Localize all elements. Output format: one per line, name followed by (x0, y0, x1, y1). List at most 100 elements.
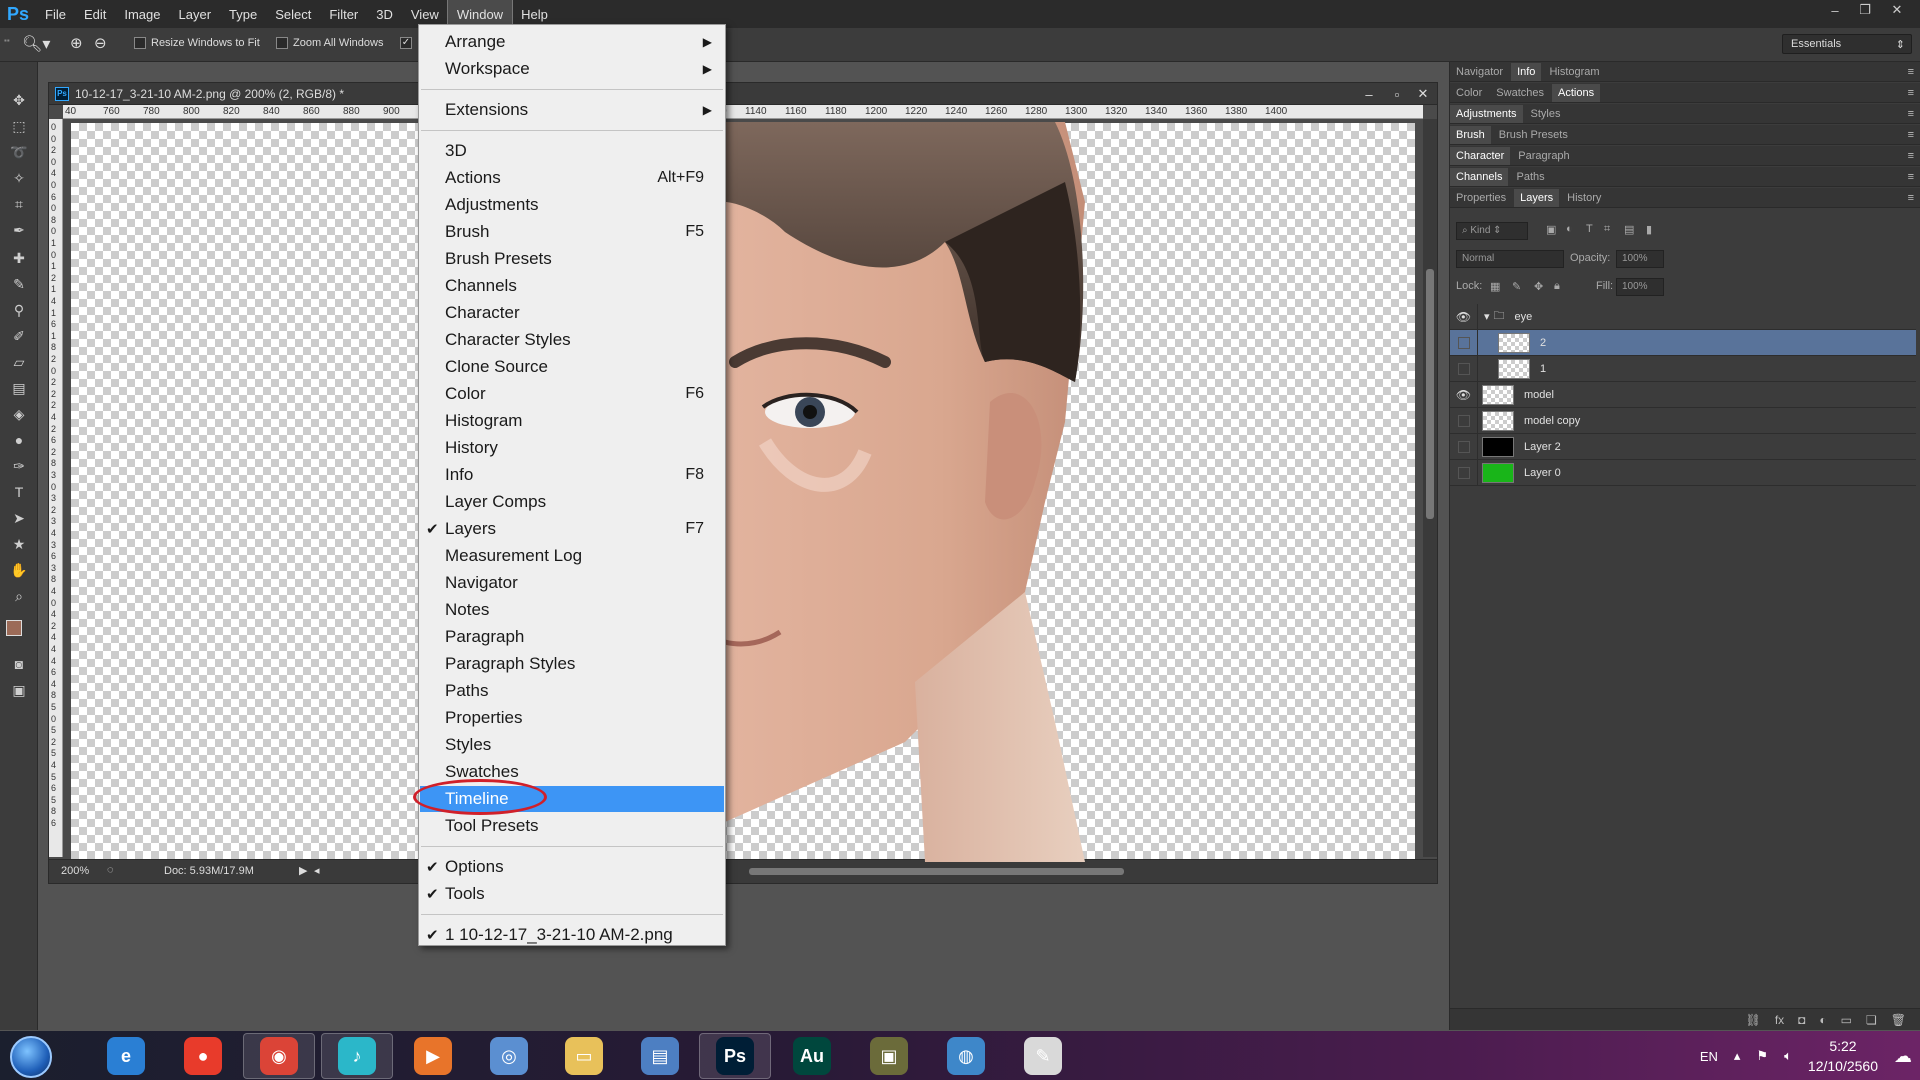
window-menu-item-properties[interactable]: Properties (420, 705, 724, 731)
panel-menu-icon[interactable]: ≡ (1908, 66, 1914, 78)
eye-icon[interactable]: 👁︎ (1450, 381, 1478, 408)
panel-tab-adjustments[interactable]: Adjustments (1450, 104, 1523, 123)
window-menu-item-notes[interactable]: Notes (420, 597, 724, 623)
panel-tab-paths[interactable]: Paths (1516, 171, 1544, 183)
visibility-toggle[interactable] (1450, 433, 1478, 460)
window-menu-item-history[interactable]: History (420, 435, 724, 461)
panel-tab-info[interactable]: Info (1511, 62, 1542, 81)
fill-field[interactable]: 100% (1616, 278, 1664, 296)
panel-tab-brush-presets[interactable]: Brush Presets (1499, 129, 1568, 141)
vertical-scroll-thumb[interactable] (1426, 269, 1434, 519)
menu-file[interactable]: File (36, 0, 75, 28)
close-app-button[interactable]: ✕ (1884, 0, 1910, 20)
blend-mode-select[interactable]: Normal (1456, 250, 1564, 268)
taskbar-app-button[interactable]: e (90, 1033, 162, 1079)
panel-tab-color[interactable]: Color (1456, 87, 1482, 99)
foreground-color-swatch[interactable] (6, 620, 22, 636)
taskbar-app-button[interactable]: Au (776, 1033, 848, 1079)
panel-tab-actions[interactable]: Actions (1552, 83, 1601, 102)
taskbar-app-button[interactable]: ◍ (930, 1033, 1002, 1079)
group-expand-icon[interactable]: ▾ (1484, 310, 1490, 323)
maximize-document-button[interactable]: ▫ (1385, 85, 1409, 103)
layer-row[interactable]: 1 (1450, 355, 1916, 382)
window-menu-item-workspace[interactable]: Workspace ▶ (420, 56, 724, 82)
taskbar-app-button[interactable]: ▶ (397, 1033, 469, 1079)
panel-menu-icon[interactable]: ≡ (1908, 171, 1914, 183)
type-tool-icon[interactable]: T (8, 482, 30, 502)
menu-layer[interactable]: Layer (170, 0, 221, 28)
window-menu-item-extensions[interactable]: Extensions ▶ (420, 97, 724, 123)
window-menu-item-histogram[interactable]: Histogram (420, 408, 724, 434)
minimize-document-button[interactable]: – (1357, 85, 1381, 103)
status-menu-arrow-icon[interactable]: ▶ (299, 864, 307, 877)
filter-adjustment-icon[interactable]: ◐ (1566, 223, 1573, 235)
window-menu-item-paths[interactable]: Paths (420, 678, 724, 704)
window-menu-item-3d[interactable]: 3D (420, 138, 724, 164)
panel-menu-icon[interactable]: ≡ (1908, 108, 1914, 120)
taskbar-app-button[interactable]: ◉ (243, 1033, 315, 1079)
move-tool-icon[interactable]: ✥ (8, 90, 30, 110)
layer-row[interactable]: 2 (1450, 329, 1916, 356)
taskbar-app-button[interactable]: ▭ (548, 1033, 620, 1079)
zoom-all-windows-checkbox[interactable] (276, 37, 288, 49)
window-menu-item-character[interactable]: Character (420, 300, 724, 326)
menu-type[interactable]: Type (220, 0, 266, 28)
layer-row[interactable]: 👁︎ ▾ 🗀︎ eye (1450, 303, 1916, 330)
scrubby-zoom-checkbox[interactable]: ✓ (400, 37, 412, 49)
healing-brush-tool-icon[interactable]: ✚ (8, 248, 30, 268)
window-menu-item-brush[interactable]: Brush F5 (420, 219, 724, 245)
window-menu-item-actions[interactable]: Actions Alt+F9 (420, 165, 724, 191)
panel-tab-properties[interactable]: Properties (1456, 192, 1506, 204)
filter-pixel-icon[interactable]: ▣ (1546, 223, 1556, 236)
window-menu-item-paragraph[interactable]: Paragraph (420, 624, 724, 650)
filter-toggle-icon[interactable]: ▮ (1646, 223, 1652, 236)
horizontal-scroll-thumb[interactable] (749, 868, 1124, 875)
layer-row[interactable]: 👁︎ model (1450, 381, 1916, 408)
delete-layer-icon[interactable]: 🗑︎ (1891, 1013, 1906, 1027)
action-center-flag-icon[interactable]: ⚑ (1756, 1048, 1768, 1064)
layer-style-icon[interactable]: fx (1775, 1013, 1784, 1027)
taskbar-app-button[interactable]: ▤ (624, 1033, 696, 1079)
pen-tool-icon[interactable]: ✑ (8, 456, 30, 476)
window-menu-item-options[interactable]: ✔ Options (420, 854, 724, 880)
history-brush-tool-icon[interactable]: ✐ (8, 326, 30, 346)
cloud-icon[interactable]: ☁ (1894, 1046, 1912, 1067)
panel-tab-swatches[interactable]: Swatches (1496, 87, 1544, 99)
hand-tool-icon[interactable]: ✋ (8, 560, 30, 580)
start-button[interactable] (10, 1036, 52, 1078)
visibility-toggle[interactable] (1450, 329, 1478, 356)
layer-filter-select[interactable]: ⌕ Kind ⇕ (1456, 222, 1528, 240)
zoom-tool-preset-icon[interactable]: 🔍︎▾ (22, 34, 50, 54)
lasso-tool-icon[interactable]: ➰ (8, 142, 30, 162)
adjustment-layer-icon[interactable]: ◐ (1819, 1013, 1826, 1027)
panel-tab-character[interactable]: Character (1450, 146, 1511, 165)
window-menu-item-1-10-12-17-3-21-10-am-2-png[interactable]: ✔ 1 10-12-17_3-21-10 AM-2.png (420, 922, 724, 948)
taskbar-app-button[interactable]: Ps (699, 1033, 771, 1079)
window-menu-item-character-styles[interactable]: Character Styles (420, 327, 724, 353)
blur-tool-icon[interactable]: ◈ (8, 404, 30, 424)
volume-icon[interactable]: 🔈︎ (1784, 1048, 1792, 1064)
resize-windows-checkbox[interactable] (134, 37, 146, 49)
document-tab[interactable]: Ps 10-12-17_3-21-10 AM-2.png @ 200% (2, … (49, 83, 1437, 105)
taskbar-app-button[interactable]: ▣ (853, 1033, 925, 1079)
panel-menu-icon[interactable]: ≡ (1908, 150, 1914, 162)
menu-filter[interactable]: Filter (320, 0, 367, 28)
window-menu-item-layer-comps[interactable]: Layer Comps (420, 489, 724, 515)
window-menu-item-arrange[interactable]: Arrange ▶ (420, 29, 724, 55)
dodge-tool-icon[interactable]: ● (8, 430, 30, 450)
workspace-select[interactable]: Essentials ⇕ (1782, 34, 1912, 54)
language-indicator[interactable]: EN (1700, 1049, 1718, 1064)
panel-tab-history[interactable]: History (1567, 192, 1601, 204)
filter-shape-icon[interactable]: ⌗ (1604, 223, 1610, 236)
restore-app-button[interactable]: ❐ (1852, 0, 1878, 20)
menu-image[interactable]: Image (115, 0, 169, 28)
lock-pixels-icon[interactable]: ✎ (1512, 280, 1521, 293)
menu-select[interactable]: Select (266, 0, 320, 28)
lock-all-icon[interactable]: 🔒︎ (1554, 280, 1560, 293)
eraser-tool-icon[interactable]: ▱ (8, 352, 30, 372)
marquee-tool-icon[interactable]: ⬚ (8, 116, 30, 136)
zoom-tool-icon[interactable]: ⌕ (8, 586, 30, 606)
screen-mode-icon[interactable]: ▣ (8, 680, 30, 700)
new-layer-icon[interactable]: ❏ (1866, 1013, 1877, 1027)
window-menu-item-tools[interactable]: ✔ Tools (420, 881, 724, 907)
